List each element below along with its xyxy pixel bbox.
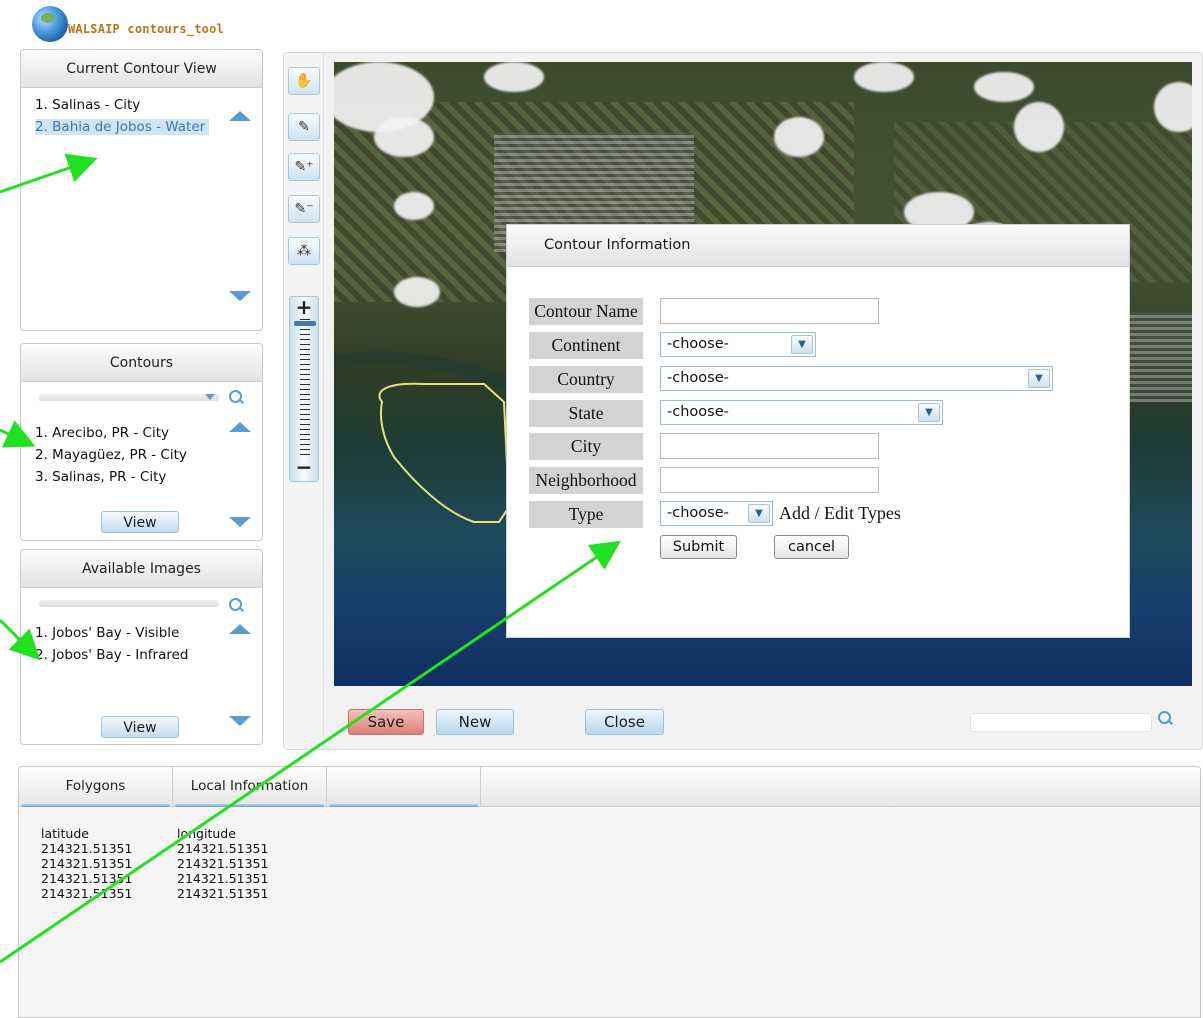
list-item-selected[interactable]: 2. Bahia de Jobos - Water: [35, 119, 210, 135]
contours-view-button[interactable]: View: [101, 511, 179, 533]
neighborhood-field[interactable]: [660, 467, 879, 493]
scroll-up-icon[interactable]: [229, 422, 251, 432]
scroll-up-icon[interactable]: [229, 111, 251, 121]
search-icon[interactable]: [229, 598, 243, 614]
list-item[interactable]: 1. Jobos' Bay - Visible: [35, 622, 189, 644]
tab-polygons[interactable]: Folygons: [19, 767, 173, 807]
contours-panel: Contours 1. Arecibo, PR - City 2. Mayagü…: [20, 343, 263, 541]
save-button[interactable]: Save: [348, 709, 424, 735]
state-select[interactable]: -choose- ▼: [660, 400, 943, 425]
app-logo: WALSAIP contours_tool: [32, 6, 272, 46]
search-icon[interactable]: [1158, 711, 1172, 727]
zoom-thumb[interactable]: [294, 321, 316, 326]
list-item[interactable]: 1. Salinas - City: [35, 94, 209, 116]
continent-select[interactable]: -choose- ▼: [660, 332, 816, 357]
list-item[interactable]: 1. Arecibo, PR - City: [35, 422, 187, 444]
new-button[interactable]: New: [436, 709, 514, 735]
city-field[interactable]: [660, 433, 879, 459]
pen-remove-icon[interactable]: ✎⁻: [288, 195, 320, 223]
table-cell: 214321.51351: [177, 886, 269, 901]
contour-name-label: Contour Name: [529, 298, 643, 325]
images-list: 1. Jobos' Bay - Visible 2. Jobos' Bay - …: [35, 622, 189, 666]
list-item[interactable]: 2. Mayagüez, PR - City: [35, 444, 187, 466]
country-label: Country: [529, 366, 643, 393]
submit-button[interactable]: Submit: [660, 535, 737, 559]
move-points-icon[interactable]: ⁂: [288, 237, 320, 265]
zoom-scale: [300, 319, 310, 459]
search-icon[interactable]: [229, 390, 243, 406]
scroll-down-icon[interactable]: [229, 716, 251, 726]
city-label: City: [529, 433, 643, 460]
contours-list: 1. Arecibo, PR - City 2. Mayagüez, PR - …: [35, 422, 187, 488]
available-images-panel: Available Images 1. Jobos' Bay - Visible…: [20, 549, 263, 745]
current-contour-list: 1. Salinas - City 2. Bahia de Jobos - Wa…: [35, 94, 210, 138]
table-cell: 214321.51351: [41, 856, 133, 871]
images-search-input[interactable]: [39, 600, 219, 607]
pen-add-icon[interactable]: ✎⁺: [288, 153, 320, 181]
contour-information-dialog: Contour Information Contour Name Contine…: [506, 224, 1130, 638]
details-tabs: Folygons Local Information: [19, 767, 1200, 807]
state-label: State: [529, 400, 643, 427]
latitude-header: latitude: [41, 826, 89, 841]
contours-search-input[interactable]: [39, 394, 219, 401]
table-cell: 214321.51351: [41, 871, 133, 886]
type-select[interactable]: -choose- ▼: [660, 501, 773, 526]
contour-name-field[interactable]: [660, 298, 879, 324]
table-cell: 214321.51351: [41, 841, 133, 856]
images-view-button[interactable]: View: [101, 716, 179, 738]
cancel-button[interactable]: cancel: [774, 535, 849, 559]
map-search-input[interactable]: [970, 713, 1152, 732]
scroll-up-icon[interactable]: [229, 624, 251, 634]
close-button[interactable]: Close: [585, 709, 664, 735]
contours-title: Contours: [21, 344, 262, 382]
current-contour-view-panel: Current Contour View 1. Salinas - City 2…: [20, 49, 263, 331]
scroll-down-icon[interactable]: [229, 291, 251, 301]
continent-label: Continent: [529, 332, 643, 359]
chevron-down-icon[interactable]: [205, 394, 215, 400]
logo-text: WALSAIP contours_tool: [68, 22, 224, 36]
chevron-down-icon[interactable]: ▼: [791, 335, 813, 354]
tab-empty[interactable]: [327, 767, 481, 807]
list-item[interactable]: 3. Salinas, PR - City: [35, 466, 187, 488]
zoom-in-button[interactable]: +: [290, 297, 318, 317]
add-edit-types-link[interactable]: Add / Edit Types: [779, 503, 901, 524]
details-panel: Folygons Local Information latitude 2143…: [18, 766, 1201, 1018]
table-cell: 214321.51351: [177, 856, 269, 871]
table-cell: 214321.51351: [41, 886, 133, 901]
tab-local-information[interactable]: Local Information: [173, 767, 327, 807]
type-value: -choose-: [667, 505, 729, 521]
table-cell: 214321.51351: [177, 871, 269, 886]
continent-value: -choose-: [667, 336, 729, 352]
country-value: -choose-: [667, 370, 729, 386]
globe-icon: [32, 6, 68, 42]
current-contour-view-title: Current Contour View: [21, 50, 262, 88]
dialog-title: Contour Information: [507, 225, 1129, 267]
zoom-slider[interactable]: + −: [289, 296, 319, 482]
table-cell: 214321.51351: [177, 841, 269, 856]
longitude-header: longitude: [177, 826, 236, 841]
hand-icon[interactable]: ✋: [288, 67, 320, 95]
scroll-down-icon[interactable]: [229, 517, 251, 527]
country-select[interactable]: -choose- ▼: [660, 366, 1053, 391]
chevron-down-icon[interactable]: ▼: [918, 403, 940, 422]
type-label: Type: [529, 501, 643, 528]
pen-icon[interactable]: ✎: [288, 113, 320, 141]
zoom-out-button[interactable]: −: [290, 457, 318, 477]
neighborhood-label: Neighborhood: [529, 467, 643, 494]
chevron-down-icon[interactable]: ▼: [748, 504, 770, 523]
available-images-title: Available Images: [21, 550, 262, 588]
chevron-down-icon[interactable]: ▼: [1028, 369, 1050, 388]
state-value: -choose-: [667, 404, 729, 420]
list-item[interactable]: 2. Jobos' Bay - Infrared: [35, 644, 189, 666]
